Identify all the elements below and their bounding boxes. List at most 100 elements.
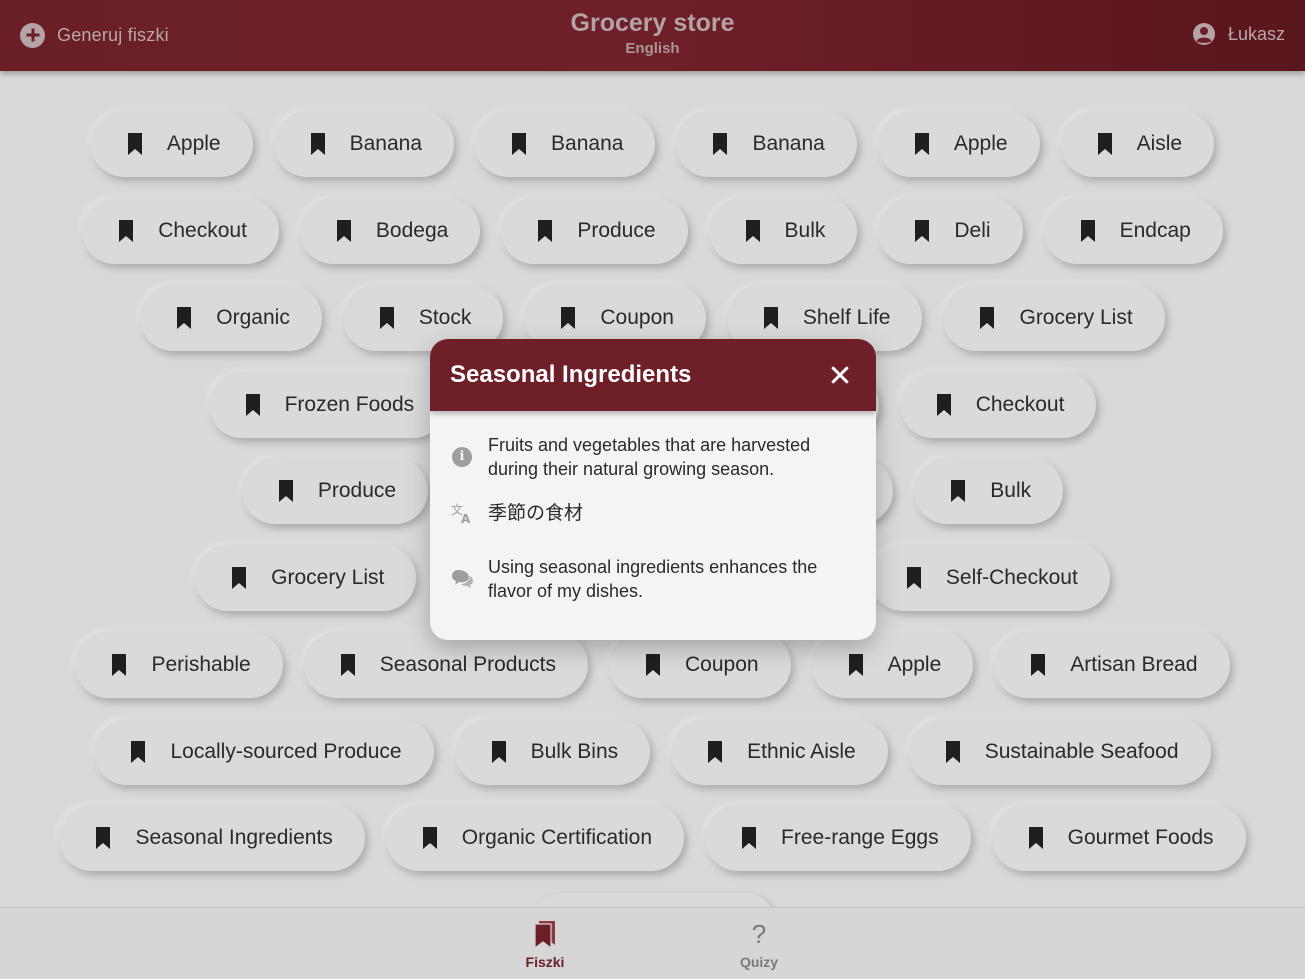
bookmark-icon bbox=[538, 220, 553, 242]
bookmark-icon bbox=[951, 480, 966, 502]
flashcard-chip-label: Checkout bbox=[158, 219, 247, 242]
flashcard-chip[interactable]: Bulk bbox=[708, 198, 858, 264]
flashcard-chip[interactable]: Banana bbox=[273, 111, 455, 177]
bookmark-icon bbox=[708, 741, 723, 763]
bookmark-icon bbox=[245, 394, 260, 416]
flashcard-chip[interactable]: Produce bbox=[241, 458, 429, 524]
tab-fiszki[interactable]: Fiszki bbox=[505, 918, 585, 970]
chip-row: Apple Banana Banana Banana Apple Aisle bbox=[0, 111, 1305, 177]
bookmark-icon bbox=[278, 480, 293, 502]
flashcard-chip-partial[interactable] bbox=[531, 893, 775, 907]
flashcard-chip[interactable]: Apple bbox=[877, 111, 1040, 177]
bookmark-icon bbox=[848, 654, 863, 676]
flashcard-chip-label: Bulk bbox=[784, 219, 826, 242]
flashcard-chip-label: Ethnic Aisle bbox=[747, 740, 856, 763]
flashcard-chip-label: Bodega bbox=[375, 219, 449, 242]
flashcard-chip[interactable]: Endcap bbox=[1043, 198, 1223, 264]
chat-bubbles-icon bbox=[452, 570, 473, 588]
flashcard-chip[interactable]: Checkout bbox=[899, 372, 1097, 438]
language-subtitle: English bbox=[625, 40, 680, 57]
flashcard-chip-label: Grocery List bbox=[271, 566, 385, 589]
flashcard-chip-label: Perishable bbox=[151, 653, 251, 676]
flashcard-chip[interactable]: Coupon bbox=[609, 632, 791, 698]
flashcard-chip[interactable]: Deli bbox=[878, 198, 1023, 264]
bookmark-icon bbox=[980, 307, 995, 329]
bookmark-icon bbox=[914, 133, 929, 155]
flashcard-chip[interactable]: Self-Checkout bbox=[869, 545, 1110, 611]
flashcard-chip[interactable]: Organic bbox=[140, 285, 322, 351]
bookmark-icon bbox=[379, 307, 394, 329]
flashcard-chip-label: Coupon bbox=[600, 306, 674, 329]
flashcard-chip[interactable]: Seasonal Products bbox=[303, 632, 588, 698]
flashcard-chip[interactable]: Artisan Bread bbox=[994, 632, 1230, 698]
close-icon[interactable] bbox=[830, 365, 850, 385]
flashcard-chip[interactable]: Banana bbox=[475, 111, 656, 177]
flashcard-chip[interactable]: Aisle bbox=[1060, 111, 1215, 177]
dialog-title: Seasonal Ingredients bbox=[450, 361, 692, 388]
flashcard-chip[interactable]: Frozen Foods bbox=[208, 372, 447, 438]
flashcard-chip[interactable]: Free-range Eggs bbox=[705, 805, 971, 871]
bookmark-icon bbox=[742, 827, 757, 849]
flashcard-chip[interactable]: Gourmet Foods bbox=[991, 805, 1246, 871]
flashcard-chip-label: Aisle bbox=[1136, 132, 1183, 155]
flashcard-chip[interactable]: Perishable bbox=[75, 632, 283, 698]
bookmark-icon bbox=[96, 827, 111, 849]
flashcard-chip[interactable]: Grocery List bbox=[195, 545, 417, 611]
flashcard-chip-label: Locally-sourced Produce bbox=[170, 740, 402, 763]
bookmark-icon bbox=[945, 741, 960, 763]
flashcard-chip-label: Banana bbox=[349, 132, 423, 155]
info-icon: i bbox=[452, 447, 472, 467]
flashcard-chip-label: Endcap bbox=[1119, 219, 1191, 242]
example-text: Using seasonal ingredients enhances the … bbox=[488, 557, 818, 601]
bottom-navigation: Fiszki ? Quizy bbox=[0, 907, 1305, 979]
definition-text: Fruits and vegetables that are harvested… bbox=[488, 435, 811, 479]
flashcard-chip[interactable]: Bulk Bins bbox=[454, 719, 651, 785]
flashcard-chip-label: Free-range Eggs bbox=[781, 826, 939, 849]
tab-quizy[interactable]: ? Quizy bbox=[719, 918, 799, 970]
flashcard-chip-label: Frozen Foods bbox=[284, 393, 415, 416]
bookmark-icon bbox=[763, 307, 778, 329]
question-icon: ? bbox=[751, 919, 767, 949]
translate-icon: 文 A bbox=[451, 502, 471, 525]
dialog-body: i Fruits and vegetables that are harvest… bbox=[430, 411, 876, 603]
flashcard-chip[interactable]: Apple bbox=[811, 632, 974, 698]
bookmark-icon bbox=[232, 567, 247, 589]
flashcard-chip[interactable]: Apple bbox=[90, 111, 253, 177]
flashcard-chip-label: Organic bbox=[216, 306, 290, 329]
definition-row: i Fruits and vegetables that are harvest… bbox=[450, 433, 850, 481]
flashcard-chip[interactable]: Sustainable Seafood bbox=[908, 719, 1211, 785]
bookmark-stack-icon bbox=[534, 921, 555, 949]
flashcard-chip[interactable]: Checkout bbox=[82, 198, 279, 264]
translation-row: 文 A 季節の食材 bbox=[450, 501, 850, 525]
flashcard-chip-label: Checkout bbox=[975, 393, 1065, 416]
user-name: Łukasz bbox=[1227, 23, 1285, 44]
bookmark-icon bbox=[915, 220, 930, 242]
bookmark-icon bbox=[1097, 133, 1112, 155]
flashcard-chip[interactable]: Bodega bbox=[299, 198, 481, 264]
bookmark-icon bbox=[422, 827, 437, 849]
bookmark-icon bbox=[1031, 654, 1046, 676]
bookmark-icon bbox=[340, 654, 355, 676]
flashcard-chip-label: Gourmet Foods bbox=[1067, 826, 1214, 849]
flashcard-chip-label: Bulk Bins bbox=[530, 740, 619, 763]
flashcard-chip[interactable]: Banana bbox=[676, 111, 857, 177]
flashcard-chip-label: Seasonal Products bbox=[379, 653, 556, 676]
flashcard-chip-label: Apple bbox=[166, 132, 221, 155]
bookmark-icon bbox=[119, 220, 134, 242]
flashcard-chip[interactable]: Grocery List bbox=[943, 285, 1165, 351]
flashcard-chip-label: Organic Certification bbox=[461, 826, 653, 849]
bookmark-icon bbox=[646, 654, 660, 676]
flashcard-chip[interactable]: Seasonal Ingredients bbox=[59, 805, 365, 871]
bookmark-icon bbox=[561, 307, 576, 329]
flashcard-chip[interactable]: Produce bbox=[501, 198, 688, 264]
flashcard-chip[interactable]: Ethnic Aisle bbox=[671, 719, 888, 785]
example-row: Using seasonal ingredients enhances the … bbox=[450, 555, 850, 603]
user-menu-button[interactable]: Łukasz bbox=[1192, 22, 1285, 46]
flashcard-chip[interactable]: Organic Certification bbox=[385, 805, 685, 871]
flashcard-chip[interactable]: Locally-sourced Produce bbox=[94, 719, 434, 785]
page-title: Grocery store bbox=[570, 9, 735, 37]
chip-row: Locally-sourced Produce Bulk Bins Ethnic A… bbox=[0, 719, 1305, 785]
translation-text: 季節の食材 bbox=[488, 502, 584, 524]
tab-fiszki-label: Fiszki bbox=[525, 954, 565, 970]
flashcard-chip[interactable]: Bulk bbox=[914, 458, 1064, 524]
